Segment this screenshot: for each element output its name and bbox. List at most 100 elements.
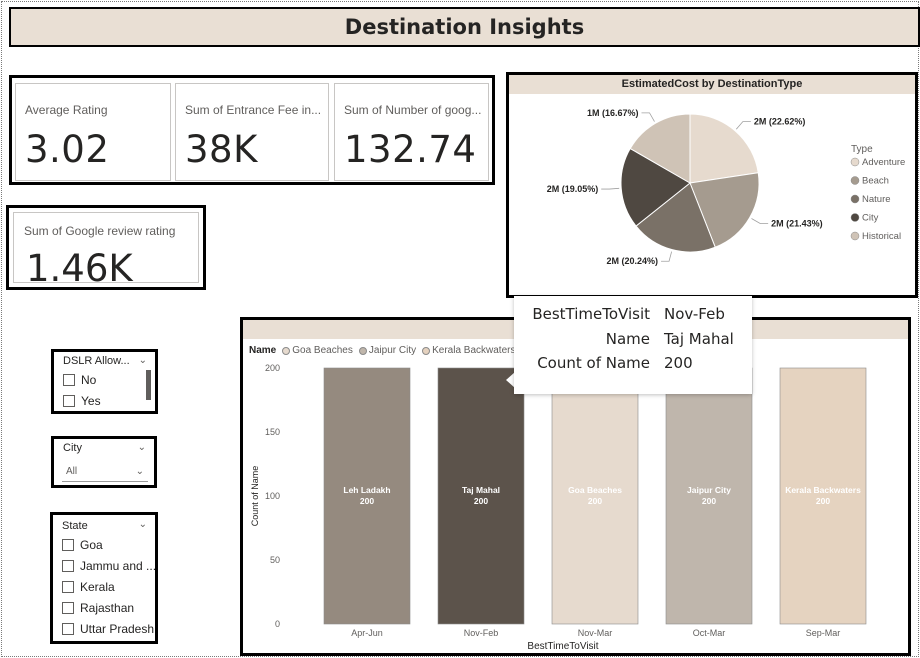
state-slicer[interactable]: State ⌄ Goa Jammu and ... Kerala Rajasth… — [50, 512, 158, 644]
pie-leader-line — [661, 251, 673, 262]
scrollbar[interactable] — [146, 370, 151, 400]
city-dropdown[interactable]: All ⌄ — [62, 462, 148, 482]
kpi-card-inner: Sum of Google review rating 1.46K — [13, 212, 199, 290]
legend-item[interactable]: Jaipur City — [358, 345, 416, 356]
slicer-option-no[interactable]: No — [63, 373, 96, 387]
bar-data-label-name: Kerala Backwaters — [785, 485, 861, 495]
slicer-option-label: Jammu and ... — [80, 559, 157, 573]
slicer-title: DSLR Allow... — [63, 355, 130, 367]
bar-chart-legend: Name Goa Beaches Jaipur City Kerala Back… — [249, 345, 543, 356]
checkbox[interactable] — [62, 623, 74, 635]
chevron-down-icon[interactable]: ⌄ — [139, 355, 147, 366]
tooltip-key: Count of Name — [537, 354, 650, 372]
slicer-option-jammu[interactable]: Jammu and ... — [62, 559, 156, 573]
legend-label: Kerala Backwaters — [432, 345, 516, 356]
slicer-option-goa[interactable]: Goa — [62, 538, 103, 552]
slicer-option-label: Yes — [81, 394, 101, 408]
legend-title: Name — [249, 345, 277, 356]
slicer-option-yes[interactable]: Yes — [63, 394, 101, 408]
tooltip-value: Taj Mahal — [664, 330, 734, 348]
bar-data-label-value: 200 — [588, 496, 602, 506]
slicer-title: State — [62, 520, 88, 532]
checkbox[interactable] — [62, 539, 74, 551]
checkbox[interactable] — [62, 560, 74, 572]
kpi-label: Sum of Number of goog... — [344, 103, 482, 117]
city-slicer[interactable]: City ⌄ All ⌄ — [51, 436, 157, 488]
dropdown-value: All — [66, 466, 78, 477]
pie-legend-label[interactable]: Nature — [862, 194, 891, 205]
kpi-label: Sum of Entrance Fee in... — [185, 103, 322, 117]
chevron-down-icon[interactable]: ⌄ — [136, 462, 144, 482]
pie-leader-line — [601, 187, 620, 190]
legend-dot — [850, 157, 860, 167]
legend-dot — [282, 346, 291, 355]
x-tick-label: Oct-Mar — [693, 628, 726, 638]
y-tick-label: 200 — [265, 363, 280, 373]
kpi-card-google-review-rating[interactable]: Sum of Google review rating 1.46K — [6, 205, 206, 290]
tooltip-row: Name Taj Mahal — [514, 330, 752, 354]
slicer-title: City — [63, 442, 82, 454]
legend-dot — [850, 176, 860, 185]
chart-tooltip: BestTimeToVisit Nov-Feb Name Taj Mahal C… — [514, 296, 752, 394]
pie-legend-label[interactable]: Historical — [862, 231, 901, 242]
bar-data-label-value: 200 — [816, 496, 830, 506]
kpi-value: 38K — [185, 128, 258, 171]
pie-slice-adventure[interactable] — [689, 113, 759, 184]
y-tick-label: 150 — [265, 427, 280, 437]
slicer-option-rajasthan[interactable]: Rajasthan — [62, 601, 134, 615]
legend-dot — [850, 213, 860, 222]
bar-data-label-name: Jaipur City — [687, 485, 731, 495]
chevron-down-icon[interactable]: ⌄ — [139, 519, 147, 530]
pie-chart-title: EstimatedCost by DestinationType — [509, 75, 915, 94]
pie-legend-title: Type — [851, 144, 873, 155]
page-title: Destination Insights — [9, 7, 920, 47]
pie-chart[interactable]: 2M (22.62%) 2M (21.43%) 2M (20.24%) 2M (19.… — [509, 94, 915, 298]
tooltip-value: Nov-Feb — [664, 305, 725, 323]
kpi-card-google-reviews[interactable]: Sum of Number of goog... 132.74 — [334, 83, 489, 181]
pie-leader-line — [641, 112, 655, 122]
x-tick-label: Nov-Feb — [464, 628, 499, 638]
kpi-label: Sum of Google review rating — [24, 224, 176, 238]
tooltip-row: Count of Name 200 — [514, 354, 752, 378]
slicer-option-label: Kerala — [80, 580, 115, 594]
legend-item[interactable]: Kerala Backwaters — [422, 345, 515, 356]
slicer-option-kerala[interactable]: Kerala — [62, 580, 115, 594]
checkbox[interactable] — [63, 374, 75, 386]
bar-data-label-value: 200 — [360, 496, 374, 506]
x-tick-label: Nov-Mar — [578, 628, 613, 638]
tooltip-key: Name — [605, 330, 650, 348]
pie-data-label: 2M (22.62%) — [754, 117, 806, 127]
slicer-option-label: Rajasthan — [80, 601, 135, 615]
y-tick-label: 0 — [275, 619, 280, 629]
bar-data-label-name: Goa Beaches — [568, 485, 622, 495]
checkbox[interactable] — [62, 581, 74, 593]
dslr-slicer[interactable]: DSLR Allow... ⌄ No Yes — [51, 349, 158, 414]
kpi-value: 1.46K — [26, 247, 133, 290]
checkbox[interactable] — [63, 395, 75, 407]
bar-chart[interactable]: 050100150200Count of Name Leh Ladakh200Ap… — [243, 362, 908, 652]
tooltip-key: BestTimeToVisit — [532, 305, 650, 323]
kpi-card-entrance-fee[interactable]: Sum of Entrance Fee in... 38K — [175, 83, 329, 181]
x-tick-label: Apr-Jun — [351, 628, 383, 638]
y-axis-label: Count of Name — [250, 466, 260, 527]
pie-leader-line — [736, 121, 751, 130]
tooltip-row: BestTimeToVisit Nov-Feb — [514, 305, 752, 329]
checkbox[interactable] — [62, 602, 74, 614]
bar-data-label-name: Leh Ladakh — [343, 485, 390, 495]
pie-legend-label[interactable]: Adventure — [862, 157, 905, 168]
legend-item[interactable]: Goa Beaches — [282, 345, 353, 356]
slicer-option-uttar-pradesh[interactable]: Uttar Pradesh — [62, 622, 154, 636]
kpi-card-group: Average Rating 3.02 Sum of Entrance Fee … — [9, 75, 495, 185]
pie-chart-card[interactable]: EstimatedCost by DestinationType 2M (22.… — [506, 72, 918, 298]
pie-data-label: 2M (21.43%) — [771, 218, 823, 228]
slicer-option-label: Uttar Pradesh — [80, 622, 155, 636]
chevron-down-icon[interactable]: ⌄ — [138, 442, 146, 453]
legend-dot — [850, 231, 860, 241]
pie-leader-line — [751, 218, 769, 224]
y-tick-label: 100 — [265, 491, 280, 501]
bar-data-label-value: 200 — [474, 496, 488, 506]
legend-label: Goa Beaches — [292, 345, 353, 356]
pie-legend-label[interactable]: Beach — [862, 176, 889, 187]
kpi-card-average-rating[interactable]: Average Rating 3.02 — [15, 83, 171, 181]
pie-legend-label[interactable]: City — [862, 213, 879, 224]
